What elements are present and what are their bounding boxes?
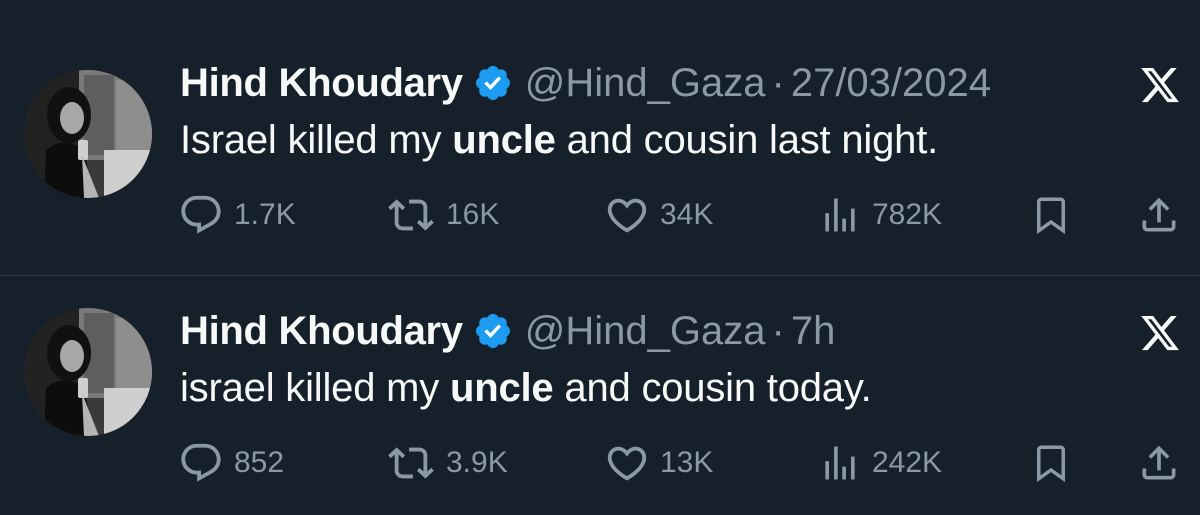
tweet-header: Hind Khoudary @Hind_Gaza · 7h: [180, 306, 835, 356]
separator-dot: ·: [771, 308, 785, 353]
author-handle[interactable]: @Hind_Gaza: [525, 309, 766, 354]
verified-badge-icon: [473, 63, 513, 103]
action-bar: 1.7K 16K 34K 782K: [0, 190, 1200, 240]
repost-button[interactable]: 16K: [386, 190, 499, 240]
share-button[interactable]: [1137, 438, 1181, 488]
separator-dot: ·: [771, 60, 785, 105]
like-count: 13K: [660, 446, 714, 479]
repost-count: 16K: [446, 198, 500, 231]
like-button[interactable]: 13K: [604, 438, 713, 488]
like-button[interactable]: 34K: [604, 190, 713, 240]
tweet-text-start: israel killed my: [180, 366, 450, 410]
verified-badge-icon: [473, 311, 513, 351]
tweet-text: Israel killed my uncle and cousin last n…: [180, 118, 938, 163]
repost-icon: [386, 440, 436, 486]
views-count: 242K: [872, 446, 943, 479]
tweet-header: Hind Khoudary @Hind_Gaza · 27/03/2024: [180, 58, 991, 108]
author-name[interactable]: Hind Khoudary: [180, 309, 463, 354]
reply-count: 852: [234, 446, 285, 479]
reply-icon: [178, 440, 224, 486]
tweet-text-bold: uncle: [452, 118, 556, 162]
timestamp[interactable]: 7h: [791, 309, 836, 354]
avatar[interactable]: [24, 70, 152, 198]
x-logo-icon: [1138, 312, 1182, 354]
reply-button[interactable]: 852: [178, 438, 284, 488]
share-icon: [1137, 192, 1181, 238]
action-bar: 852 3.9K 13K 242K: [0, 438, 1200, 488]
repost-icon: [386, 192, 436, 238]
bookmark-icon: [1030, 440, 1072, 486]
tweet-text-bold: uncle: [450, 366, 554, 410]
reply-count: 1.7K: [234, 198, 296, 231]
tweet-text-start: Israel killed my: [180, 118, 453, 162]
bookmark-icon: [1030, 192, 1072, 238]
views-button[interactable]: 242K: [818, 438, 942, 488]
x-logo-icon: [1138, 64, 1182, 106]
tweet-1[interactable]: Hind Khoudary @Hind_Gaza · 27/03/2024 Is…: [0, 0, 1200, 257]
share-button[interactable]: [1137, 190, 1181, 240]
like-icon: [604, 192, 650, 238]
repost-button[interactable]: 3.9K: [386, 438, 508, 488]
bookmark-button[interactable]: [1030, 438, 1072, 488]
views-icon: [818, 440, 862, 486]
tweet-text-end: and cousin last night.: [555, 118, 939, 162]
like-count: 34K: [660, 198, 714, 231]
tweet-text: israel killed my uncle and cousin today.: [180, 366, 872, 411]
tweet-text-end: and cousin today.: [553, 366, 872, 410]
timestamp[interactable]: 27/03/2024: [791, 61, 991, 106]
avatar[interactable]: [24, 308, 152, 436]
views-button[interactable]: 782K: [818, 190, 942, 240]
share-icon: [1137, 440, 1181, 486]
repost-count: 3.9K: [446, 446, 508, 479]
views-count: 782K: [872, 198, 943, 231]
bookmark-button[interactable]: [1030, 190, 1072, 240]
views-icon: [818, 192, 862, 238]
author-handle[interactable]: @Hind_Gaza: [525, 61, 766, 106]
reply-icon: [178, 192, 224, 238]
tweet-2[interactable]: Hind Khoudary @Hind_Gaza · 7h israel kil…: [0, 258, 1200, 515]
like-icon: [604, 440, 650, 486]
reply-button[interactable]: 1.7K: [178, 190, 296, 240]
author-name[interactable]: Hind Khoudary: [180, 61, 463, 106]
